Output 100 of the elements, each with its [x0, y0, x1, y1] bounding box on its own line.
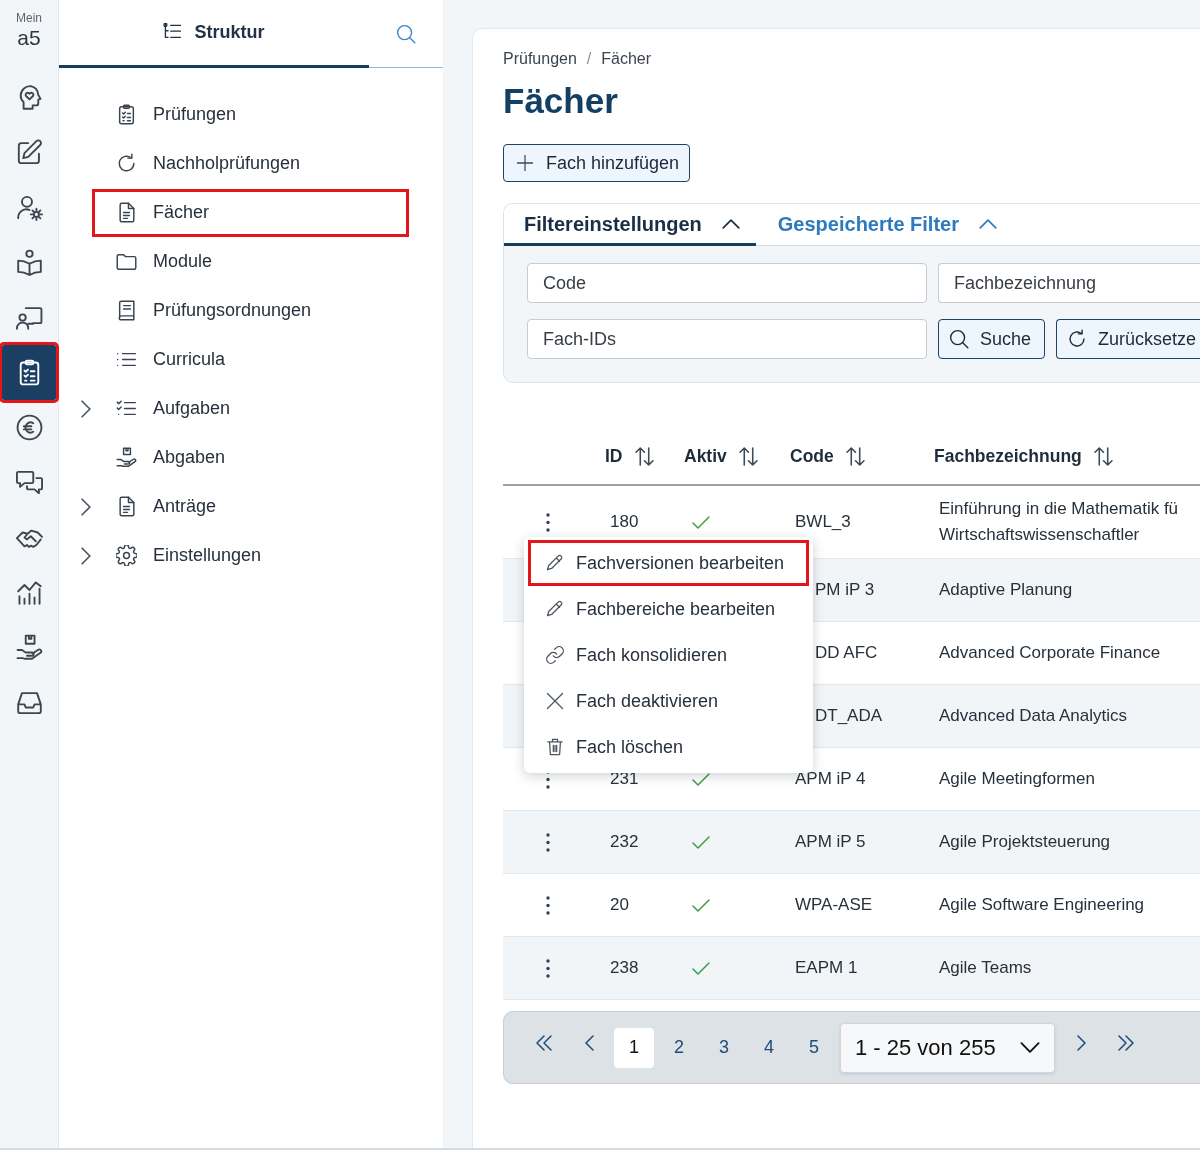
refresh-icon: [116, 153, 137, 174]
table-cell-text: Adaptive Planung: [938, 579, 1074, 601]
chart-icon: [15, 579, 43, 606]
sort-icon[interactable]: [1093, 446, 1113, 466]
search-icon: [949, 329, 969, 349]
chevron-right-icon[interactable]: [81, 546, 91, 565]
menu-item[interactable]: Fachbereiche bearbeiten: [528, 586, 809, 632]
breadcrumb-separator: /: [586, 49, 592, 69]
table-cell-text: 20: [609, 894, 630, 916]
table-cell-text: Advanced Corporate Finance: [938, 642, 1162, 664]
breadcrumb-current: Fächer: [601, 49, 652, 69]
filter-tab[interactable]: Gespeicherte Filter: [757, 204, 1013, 246]
reader-icon: [15, 249, 43, 276]
sidebar-item[interactable]: Module: [92, 237, 409, 286]
double-chevron-left-icon: [536, 1034, 552, 1051]
kebab-icon: [546, 512, 550, 532]
breadcrumb-link[interactable]: Prüfungen: [503, 49, 577, 69]
chevron-right-icon[interactable]: [81, 399, 91, 418]
input-field[interactable]: Code: [527, 263, 927, 303]
gear-icon: [116, 545, 137, 566]
chevron-up-icon: [721, 218, 740, 229]
table-cell-text: Agile Meetingformen: [938, 768, 1096, 790]
table-cell-text: 180: [609, 511, 640, 533]
table-cell-text: APM iP 5: [794, 831, 867, 853]
chevron-right-icon: [1076, 1034, 1086, 1051]
table-cell-text: EAPM 1: [794, 957, 859, 979]
nav-rail-button[interactable]: [2, 345, 56, 400]
column-header[interactable]: Aktiv: [684, 442, 727, 470]
table-cell-text: BWL_3: [794, 511, 852, 533]
clipboard-icon: [116, 104, 137, 125]
table-cell-text: 232: [609, 831, 640, 853]
sidebar-item[interactable]: Fächer: [92, 188, 409, 237]
search-button[interactable]: [396, 23, 416, 44]
table-cell-text: WPA-ASE: [794, 894, 874, 916]
table-cell-text: Agile Software Engineering: [938, 894, 1146, 916]
user-gear-icon: [15, 194, 43, 221]
sidebar-item[interactable]: Aufgaben: [92, 384, 409, 433]
kebab-icon: [546, 832, 550, 852]
chevron-up-icon: [979, 218, 997, 229]
menu-item[interactable]: Fach konsolidieren: [528, 632, 809, 678]
sidebar-tab[interactable]: Struktur: [59, 0, 369, 68]
add-button[interactable]: Fach hinzufügen: [503, 144, 691, 182]
sidebar-item[interactable]: Einstellungen: [92, 531, 409, 580]
double-chevron-right-icon: [1118, 1034, 1134, 1051]
page-size-select[interactable]: 1 - 25 von 255: [840, 1022, 1055, 1073]
page-button[interactable]: 4: [749, 1027, 789, 1068]
hand-box-icon: [116, 447, 137, 468]
column-header[interactable]: Fachbezeichnung: [934, 442, 1082, 470]
trash-icon: [546, 738, 564, 756]
table-cell-text: Agile Projektsteuerung: [938, 831, 1112, 853]
refresh-icon: [1067, 329, 1087, 349]
menu-item[interactable]: Fach deaktivieren: [528, 678, 809, 724]
sidebar-item[interactable]: Nachholprüfungen: [92, 139, 409, 188]
sort-icon[interactable]: [634, 446, 654, 466]
edit-icon: [15, 139, 43, 166]
search-button[interactable]: Suche: [938, 319, 1045, 359]
hand-box-icon: [15, 634, 43, 661]
chevron-left-icon: [584, 1034, 594, 1051]
column-header[interactable]: Code: [790, 442, 834, 470]
document-icon: [116, 496, 137, 517]
table-cell-text: DD AFC: [814, 642, 879, 664]
column-header[interactable]: ID: [605, 442, 623, 470]
table-cell-text: Agile Teams: [938, 957, 1033, 979]
logo-text: a5: [17, 26, 41, 50]
page-button[interactable]: 5: [794, 1027, 834, 1068]
chevron-down-icon: [1020, 1042, 1040, 1053]
table-cell-text: APM iP 4: [794, 768, 867, 790]
euro-icon: [15, 414, 43, 441]
search-icon: [396, 23, 416, 44]
sidebar-item[interactable]: Prüfungen: [92, 90, 409, 139]
reset-button[interactable]: Zurücksetze: [1056, 319, 1200, 359]
input-field[interactable]: Fach-IDs: [527, 319, 927, 359]
book-icon: [116, 300, 137, 321]
table-cell-text: DT_ADA: [814, 705, 884, 727]
pencil-icon: [546, 554, 564, 572]
sort-icon[interactable]: [738, 446, 758, 466]
menu-item[interactable]: Fachversionen bearbeiten: [528, 540, 809, 586]
plus-icon: [516, 154, 534, 172]
page-button[interactable]: 3: [704, 1027, 744, 1068]
pencil-icon: [546, 600, 564, 618]
page-button[interactable]: 2: [659, 1027, 699, 1068]
page-button[interactable]: 1: [614, 1027, 654, 1068]
inbox-icon: [15, 689, 43, 716]
page-title: Fächer: [503, 81, 619, 121]
input-field[interactable]: Fachbezeichnung: [938, 263, 1200, 303]
table-cell-text: Einführung in die Mathematik fü Wirtschaftswissenschaftler: [938, 498, 1180, 546]
sort-icon[interactable]: [845, 446, 865, 466]
sidebar-item[interactable]: Curricula: [92, 335, 409, 384]
table-cell-text: 238: [609, 957, 640, 979]
kebab-icon: [546, 895, 550, 915]
menu-item[interactable]: Fach löschen: [528, 724, 809, 770]
sidebar-item[interactable]: Anträge: [92, 482, 409, 531]
sidebar-item[interactable]: Abgaben: [92, 433, 409, 482]
chevron-right-icon[interactable]: [81, 497, 91, 516]
table-cell-text: Advanced Data Analytics: [938, 705, 1129, 727]
sidebar-item[interactable]: Prüfungsordnungen: [92, 286, 409, 335]
table-cell-text: PM iP 3: [814, 579, 876, 601]
kebab-icon: [546, 958, 550, 978]
chat-icon: [15, 469, 43, 496]
presenter-icon: [15, 304, 43, 331]
